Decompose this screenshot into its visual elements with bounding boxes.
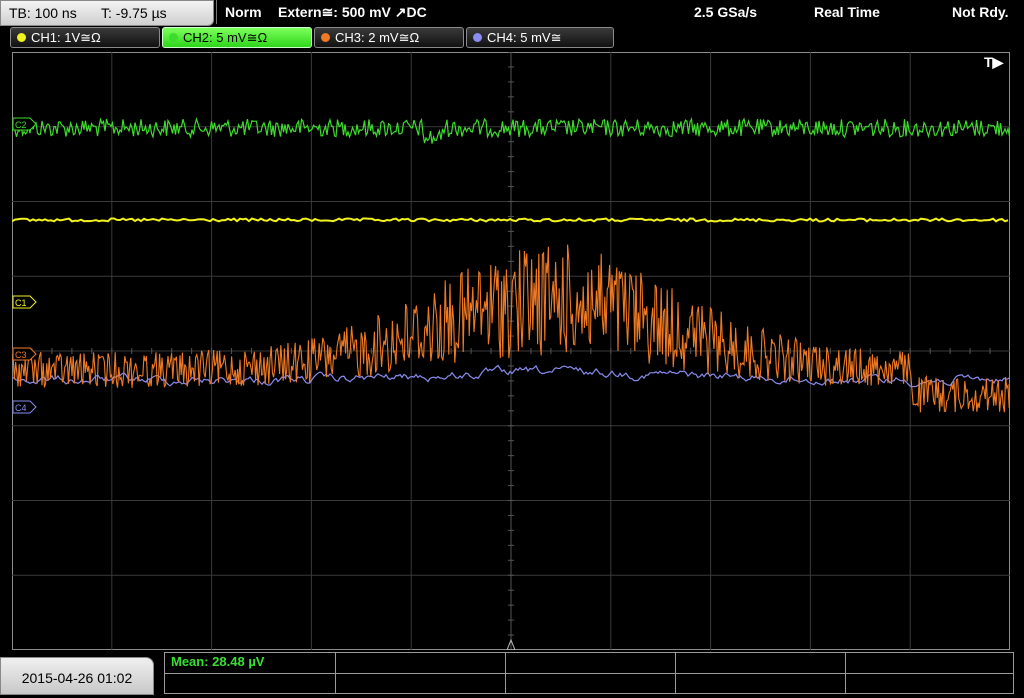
timebase-box[interactable]: TB: 100 ns T: -9.75 µs	[0, 0, 214, 26]
sample-rate: 2.5 GSa/s	[694, 4, 758, 20]
ch2-dot-icon	[169, 33, 178, 42]
measurement-panel[interactable]: Mean: 28.48 µV	[164, 652, 1014, 694]
tab-ch3[interactable]: CH3: 2 mV≅Ω	[314, 27, 464, 48]
measurement-mean: Mean: 28.48 µV	[171, 654, 265, 669]
trigger-status: Not Rdy.	[952, 4, 1009, 20]
svg-text:C1: C1	[15, 298, 27, 308]
ch4-dot-icon	[473, 33, 482, 42]
svg-text:C4: C4	[15, 403, 27, 413]
trigger-mode[interactable]: Norm	[225, 0, 262, 24]
ch2-label: CH2: 5 mV≅Ω	[183, 30, 268, 45]
acquisition-mode: Real Time	[814, 4, 880, 20]
divider	[165, 673, 1013, 674]
ch3-dot-icon	[321, 33, 330, 42]
timebase-label: TB: 100 ns	[9, 5, 77, 21]
divider	[216, 0, 217, 24]
status-bar: TB: 100 ns T: -9.75 µs Norm Extern≅: 500…	[0, 0, 1024, 26]
svg-text:C3: C3	[15, 350, 27, 360]
ch4-label: CH4: 5 mV≅	[487, 30, 562, 45]
ch1-label: CH1: 1V≅Ω	[31, 30, 101, 45]
svg-text:C2: C2	[15, 120, 27, 130]
datetime: 2015-04-26 01:02	[21, 670, 133, 686]
datetime-box: 2015-04-26 01:02	[0, 657, 154, 695]
tab-ch4[interactable]: CH4: 5 mV≅	[466, 27, 614, 48]
tab-ch2[interactable]: CH2: 5 mV≅Ω	[162, 27, 312, 48]
trigger-position-marker[interactable]: T▶	[984, 54, 1005, 70]
trigger-time-label: T: -9.75 µs	[101, 5, 167, 21]
waveform-display[interactable]: C2 C1 C3 C4 T▶	[12, 52, 1010, 650]
ch3-label: CH3: 2 mV≅Ω	[335, 30, 420, 45]
trigger-source[interactable]: Extern≅: 500 mV ↗DC	[278, 0, 427, 24]
tab-ch1[interactable]: CH1: 1V≅Ω	[10, 27, 160, 48]
ch1-dot-icon	[17, 33, 26, 42]
